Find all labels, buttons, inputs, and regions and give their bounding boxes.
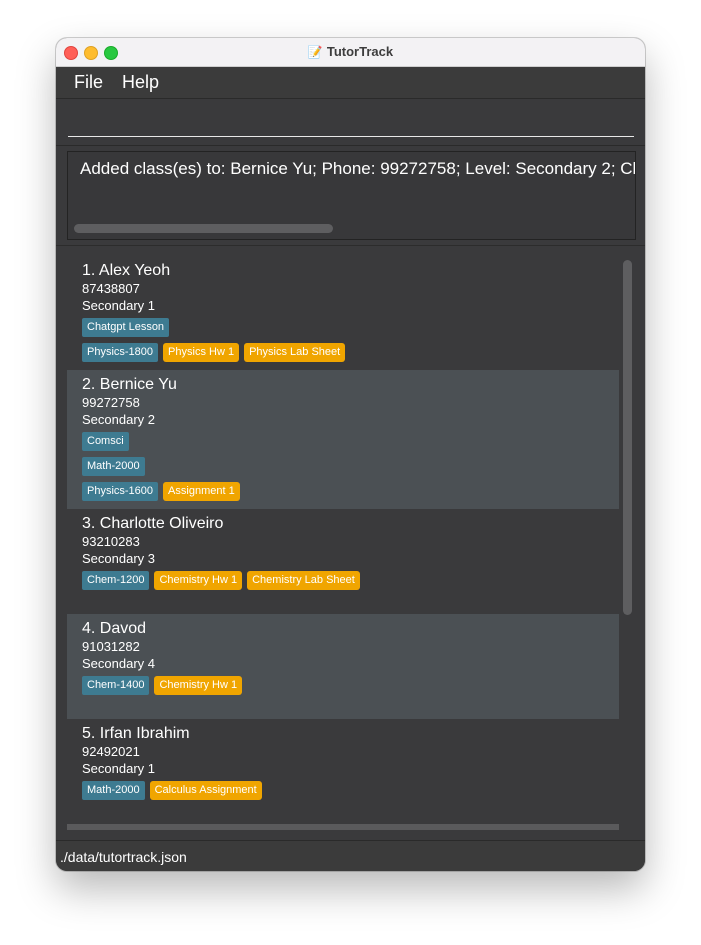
person-name: 2. Bernice Yu [82, 375, 619, 395]
person-level: Secondary 2 [82, 412, 155, 427]
person-index: 2. [82, 376, 96, 393]
class-tag: Chem-1400 [82, 676, 150, 695]
person-phone: 87438807 [82, 281, 140, 296]
person-list[interactable]: 1. Alex Yeoh 87438807 Secondary 1 Chatgpt L… [67, 256, 619, 830]
class-tag: Physics-1800 [82, 343, 159, 362]
status-bar: ./data/tutortrack.json [56, 840, 645, 871]
assignment-tag: Physics Lab Sheet [244, 343, 346, 362]
person-index: 1. [82, 262, 96, 279]
person-level: Secondary 1 [82, 761, 155, 776]
person-name: 4. Davod [82, 619, 619, 639]
person-card[interactable]: 2. Bernice Yu 99272758 Secondary 2 Comsci Ma… [67, 370, 619, 509]
menu-file[interactable]: File [74, 72, 103, 93]
class-tag: Chem-1200 [82, 571, 150, 590]
tag-row: Math-2000 [82, 454, 619, 479]
assignment-tag: Physics Hw 1 [163, 343, 240, 362]
assignment-tag: Calculus Assignment [149, 781, 262, 800]
tag-row: Chatgpt Lesson [82, 315, 619, 340]
person-index: 5. [82, 725, 96, 742]
class-tag: Physics-1600 [82, 482, 159, 501]
result-message: Added class(es) to: Bernice Yu; Phone: 9… [80, 159, 636, 178]
class-tag: Comsci [82, 432, 129, 451]
command-box [56, 99, 645, 146]
window-title-text: TutorTrack [326, 44, 394, 59]
list-vertical-scrollbar[interactable] [623, 260, 632, 615]
person-phone: 91031282 [82, 639, 140, 654]
result-display[interactable]: Added class(es) to: Bernice Yu; Phone: 9… [67, 151, 636, 240]
class-tag: Math-2000 [82, 781, 145, 800]
person-index: 4. [82, 620, 96, 637]
assignment-tag: Assignment 1 [163, 482, 240, 501]
tag-row: Chem-1200 Chemistry Hw 1 Chemistry Lab She… [82, 568, 619, 593]
person-card[interactable]: 3. Charlotte Oliveiro 93210283 Secondary 3… [67, 509, 619, 614]
person-card[interactable]: 4. Davod 91031282 Secondary 4 Chem-1400 Chem… [67, 614, 619, 719]
title-bar[interactable]: 📝 TutorTrack [56, 38, 645, 67]
notepad-icon: 📝 [307, 45, 323, 59]
result-horizontal-scrollbar[interactable] [74, 224, 333, 233]
person-index: 3. [82, 515, 96, 532]
person-phone: 92492021 [82, 744, 140, 759]
tag-row: Physics-1800 Physics Hw 1 Physics Lab Shee… [82, 340, 619, 365]
person-name-text: Irfan Ibrahim [99, 725, 190, 742]
person-phone: 99272758 [82, 395, 140, 410]
assignment-tag: Chemistry Hw 1 [154, 571, 243, 590]
menu-bar: File Help [56, 67, 645, 99]
person-level: Secondary 1 [82, 298, 155, 313]
window-title: 📝 TutorTrack [56, 44, 645, 59]
person-name: 3. Charlotte Oliveiro [82, 514, 619, 534]
app-window: 📝 TutorTrack File Help Added class(es) to… [56, 38, 645, 871]
divider [56, 245, 645, 246]
person-name-text: Alex Yeoh [98, 262, 171, 279]
list-horizontal-scrollbar[interactable] [67, 824, 619, 830]
menu-help[interactable]: Help [122, 72, 159, 93]
data-file-path: ./data/tutortrack.json [60, 849, 187, 865]
person-level: Secondary 4 [82, 656, 155, 671]
person-level: Secondary 3 [82, 551, 155, 566]
list-vertical-scroll-track[interactable] [622, 256, 635, 830]
person-name-text: Charlotte Oliveiro [99, 515, 224, 532]
person-card[interactable]: 5. Irfan Ibrahim 92492021 Secondary 1 Math-… [67, 719, 619, 824]
person-name: 1. Alex Yeoh [82, 261, 619, 281]
tag-row: Math-2000 Calculus Assignment [82, 778, 619, 803]
person-phone: 93210283 [82, 534, 140, 549]
person-card[interactable]: 1. Alex Yeoh 87438807 Secondary 1 Chatgpt L… [67, 256, 619, 370]
class-tag: Chatgpt Lesson [82, 318, 170, 337]
person-name: 5. Irfan Ibrahim [82, 724, 619, 744]
person-name-text: Davod [99, 620, 147, 637]
class-tag: Math-2000 [82, 457, 145, 476]
tag-row: Comsci [82, 429, 619, 454]
person-name-text: Bernice Yu [99, 376, 177, 393]
command-input[interactable] [68, 107, 634, 137]
assignment-tag: Chemistry Lab Sheet [247, 571, 360, 590]
tag-row: Physics-1600 Assignment 1 [82, 479, 619, 504]
tag-row: Chem-1400 Chemistry Hw 1 [82, 673, 619, 698]
assignment-tag: Chemistry Hw 1 [154, 676, 243, 695]
